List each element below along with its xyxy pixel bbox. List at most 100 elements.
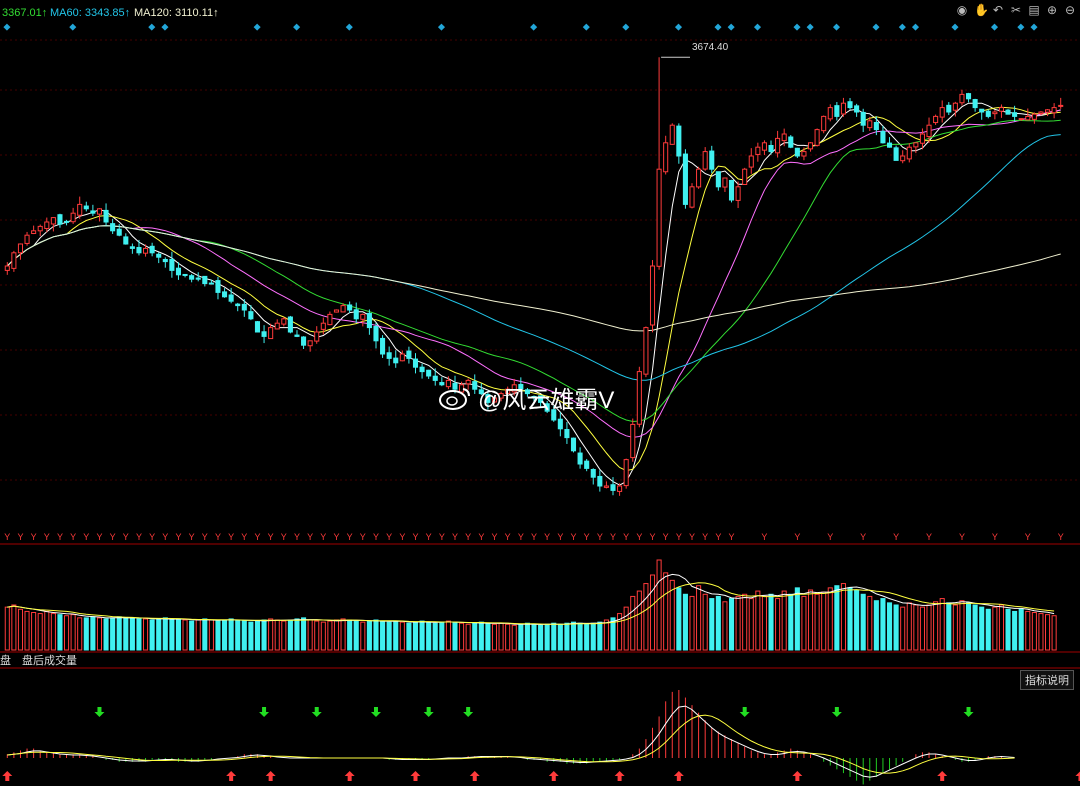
candle-body-132 xyxy=(873,121,879,131)
candle-body-10 xyxy=(70,212,76,223)
candle-body-55 xyxy=(366,312,372,329)
volume-bar-138 xyxy=(913,604,919,651)
diamond-signal-44 xyxy=(293,23,301,31)
volume-bar-105 xyxy=(696,585,702,651)
volume-bar-108 xyxy=(715,595,721,651)
print-icon[interactable]: ▤ xyxy=(1028,4,1040,16)
volume-bar-126 xyxy=(834,585,840,651)
candle-body-5 xyxy=(37,225,43,232)
y-signal-160: Y xyxy=(1058,532,1064,542)
y-signal-48: Y xyxy=(320,532,326,542)
volume-bar-8 xyxy=(57,614,63,651)
candle-body-148 xyxy=(979,108,985,113)
diamond-signal-94 xyxy=(622,23,630,31)
volume-bar-54 xyxy=(360,621,366,651)
scissors-icon[interactable]: ✂ xyxy=(1010,4,1022,16)
candle-body-39 xyxy=(261,331,267,337)
candle-body-138 xyxy=(913,142,919,148)
candle-body-48 xyxy=(320,322,326,330)
candle-body-131 xyxy=(867,120,873,129)
candle-body-102 xyxy=(676,125,682,157)
y-signal-30: Y xyxy=(202,532,208,542)
candle-body-110 xyxy=(728,179,735,201)
volume-bar-39 xyxy=(261,619,267,651)
y-signal-18: Y xyxy=(123,532,129,542)
y-signal-120: Y xyxy=(794,532,800,542)
y-signal-88: Y xyxy=(584,532,590,542)
y-signal-36: Y xyxy=(241,532,247,542)
y-signal-52: Y xyxy=(347,532,353,542)
candle-body-123 xyxy=(814,129,820,146)
candle-body-26 xyxy=(175,267,182,276)
volume-bar-23 xyxy=(156,618,162,651)
volume-bar-80 xyxy=(531,623,537,651)
y-signal-22: Y xyxy=(149,532,155,542)
diamond-signal-22 xyxy=(148,23,156,31)
y-signal-104: Y xyxy=(689,532,695,542)
candle-body-18 xyxy=(123,236,129,245)
candle-body-59 xyxy=(393,357,399,364)
volume-bar-7 xyxy=(50,613,56,651)
candle-body-153 xyxy=(1012,112,1018,117)
indicator-help-button[interactable]: 指标说明 xyxy=(1020,670,1074,690)
candle-body-6 xyxy=(44,221,50,230)
candle-body-157 xyxy=(1038,111,1044,115)
volume-bar-51 xyxy=(340,618,346,651)
candle-body-58 xyxy=(386,352,392,359)
ma-label-2: MA120: 3110.11↑ xyxy=(134,7,219,19)
candle-body-25 xyxy=(169,258,175,271)
candle-body-61 xyxy=(406,350,412,359)
diamond-signal-150 xyxy=(990,23,999,31)
volume-bar-81 xyxy=(538,624,544,651)
volume-bar-15 xyxy=(103,618,109,651)
volume-bar-60 xyxy=(399,621,405,651)
volume-bar-91 xyxy=(603,619,609,651)
zoom-in-icon[interactable]: ⊕ xyxy=(1046,4,1058,16)
candle-body-40 xyxy=(268,327,274,340)
volume-bar-99 xyxy=(656,559,662,651)
volume-bar-11 xyxy=(77,617,83,651)
candle-body-38 xyxy=(254,321,261,333)
volume-bar-72 xyxy=(478,621,484,651)
volume-bar-123 xyxy=(814,593,820,651)
volume-bar-104 xyxy=(689,595,695,651)
diamond-signal-132 xyxy=(872,23,880,31)
tab-after-hours-volume[interactable]: 盘后成交量 xyxy=(22,652,77,668)
volume-bar-86 xyxy=(570,621,577,651)
candle-body-27 xyxy=(182,273,188,276)
volume-bar-73 xyxy=(485,622,491,651)
ma-label-1: MA60: 3343.85↑ xyxy=(50,7,131,19)
volume-bar-48 xyxy=(320,621,326,651)
volume-bar-70 xyxy=(465,623,471,651)
candle-body-86 xyxy=(570,437,577,452)
volume-bar-17 xyxy=(116,616,122,651)
eye-icon[interactable]: ◉ xyxy=(956,4,968,16)
volume-bar-141 xyxy=(933,601,939,651)
zoom-out-icon[interactable]: ⊖ xyxy=(1064,4,1076,16)
volume-bar-57 xyxy=(380,620,386,651)
candle-body-106 xyxy=(702,151,708,170)
volume-bar-59 xyxy=(393,620,399,651)
y-signal-28: Y xyxy=(189,532,195,542)
hand-icon[interactable]: ✋ xyxy=(974,4,989,16)
tab-pan[interactable]: 盘 xyxy=(0,652,11,668)
undo-icon[interactable]: ↶ xyxy=(992,4,1004,16)
volume-bar-146 xyxy=(965,602,972,651)
candle-body-88 xyxy=(584,460,590,469)
volume-bar-156 xyxy=(1031,612,1037,651)
y-signal-4: Y xyxy=(31,532,37,542)
volume-bar-82 xyxy=(544,623,550,651)
candle-body-15 xyxy=(103,209,109,223)
candle-body-108 xyxy=(715,171,721,188)
volume-bar-38 xyxy=(254,620,261,651)
volume-bar-85 xyxy=(564,622,570,651)
volume-bar-10 xyxy=(70,614,76,651)
volume-bar-143 xyxy=(946,602,952,651)
candle-body-14 xyxy=(96,208,103,215)
candle-body-146 xyxy=(965,93,972,100)
candle-body-47 xyxy=(314,331,320,342)
volume-bar-158 xyxy=(1044,614,1051,651)
candle-body-64 xyxy=(426,369,432,377)
candle-body-42 xyxy=(281,318,287,325)
diamond-signal-144 xyxy=(951,23,959,31)
